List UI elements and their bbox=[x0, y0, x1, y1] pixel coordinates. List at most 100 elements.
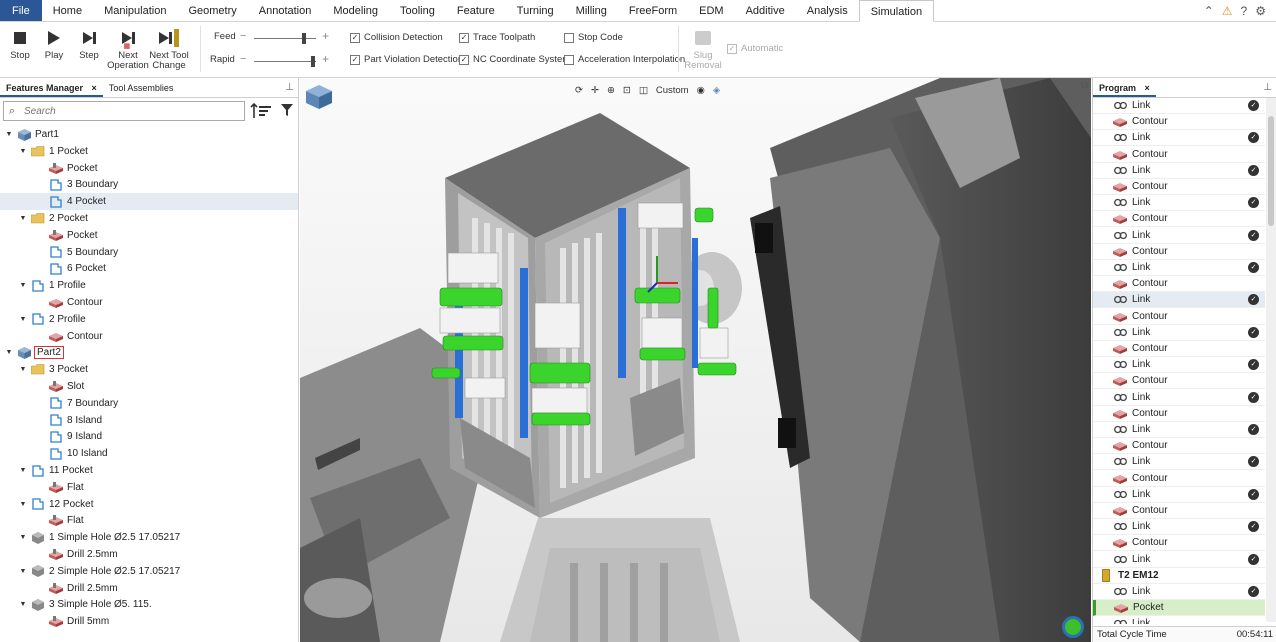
program-row[interactable]: Contour bbox=[1093, 309, 1265, 325]
tree-item[interactable]: 9 Island bbox=[0, 428, 298, 445]
view-cube-icon[interactable] bbox=[304, 83, 334, 111]
part-violation-detection-checkbox[interactable]: ✓ Part Violation Detection bbox=[350, 54, 463, 65]
chevron-down-icon[interactable]: ▼ bbox=[18, 148, 28, 155]
file-menu[interactable]: File bbox=[0, 0, 42, 21]
tree-item[interactable]: Drill 5mm bbox=[0, 613, 298, 630]
tree-item[interactable]: ▼ 2 Pocket bbox=[0, 210, 298, 227]
chevron-down-icon[interactable]: ▼ bbox=[18, 534, 28, 541]
program-row[interactable]: Link ✓ bbox=[1093, 454, 1265, 471]
program-row[interactable]: Contour bbox=[1093, 211, 1265, 228]
menu-tab-modeling[interactable]: Modeling bbox=[322, 0, 389, 21]
menu-tab-home[interactable]: Home bbox=[42, 0, 93, 21]
chevron-down-icon[interactable]: ▼ bbox=[4, 349, 14, 356]
program-row[interactable]: Contour bbox=[1093, 276, 1265, 293]
program-row[interactable]: Contour bbox=[1093, 438, 1265, 455]
tree-item[interactable]: ▼ 3 Simple Hole Ø5. 115. bbox=[0, 596, 298, 613]
program-row[interactable]: Contour bbox=[1093, 341, 1265, 357]
program-scrollbar[interactable] bbox=[1266, 98, 1276, 622]
tree-item[interactable]: ▼ 12 Pocket bbox=[0, 496, 298, 513]
program-row[interactable]: Contour bbox=[1093, 147, 1265, 163]
chevron-down-icon[interactable]: ▼ bbox=[18, 601, 28, 608]
pan-icon[interactable]: ✛ bbox=[591, 85, 599, 96]
close-icon[interactable]: × bbox=[92, 83, 97, 93]
tree-item[interactable]: 4 Pocket bbox=[0, 193, 298, 211]
step-button[interactable]: Step bbox=[69, 25, 109, 61]
program-row[interactable]: Link ✓ bbox=[1093, 98, 1265, 114]
tree-item[interactable]: Flat bbox=[0, 479, 298, 496]
program-row[interactable]: Link ✓ bbox=[1093, 292, 1265, 309]
program-row[interactable]: Link ✓ bbox=[1093, 228, 1265, 244]
program-row[interactable]: Contour bbox=[1093, 503, 1265, 519]
program-row[interactable]: Contour bbox=[1093, 406, 1265, 422]
tree-item[interactable]: 7 Boundary bbox=[0, 395, 298, 412]
collapse-ribbon-icon[interactable]: ⌃ bbox=[1204, 4, 1214, 18]
tree-item[interactable]: Pocket bbox=[0, 227, 298, 244]
program-row[interactable]: Contour bbox=[1093, 471, 1265, 487]
search-input[interactable] bbox=[24, 104, 239, 118]
tree-item[interactable]: 5 Boundary bbox=[0, 244, 298, 261]
rotate-icon[interactable]: ⟳ bbox=[575, 85, 583, 96]
search-box[interactable]: ⌕ bbox=[3, 101, 245, 121]
trace-toolpath-check-box[interactable]: ✓ bbox=[459, 32, 469, 43]
feed-slider-knob[interactable] bbox=[302, 33, 307, 44]
acceleration-interpolation-check-box[interactable] bbox=[564, 54, 574, 65]
tree-item[interactable]: 6 Pocket bbox=[0, 260, 298, 277]
menu-tab-simulation[interactable]: Simulation bbox=[858, 0, 935, 22]
sort-icon[interactable] bbox=[250, 102, 272, 120]
tab-features-manager[interactable]: Features Manager × bbox=[0, 78, 103, 97]
view-mode-icon[interactable]: ◫ bbox=[639, 85, 648, 96]
acceleration-interpolation-checkbox[interactable]: Acceleration Interpolation bbox=[564, 54, 685, 65]
display-style-icon[interactable]: ◈ bbox=[713, 85, 720, 96]
tree-item[interactable]: Contour bbox=[0, 294, 298, 311]
program-row[interactable]: Link bbox=[1093, 616, 1265, 624]
menu-tab-manipulation[interactable]: Manipulation bbox=[93, 0, 177, 21]
program-row[interactable]: Link ✓ bbox=[1093, 163, 1265, 179]
automatic-check-box[interactable]: ✓ bbox=[727, 43, 737, 54]
visibility-icon[interactable]: ◉ bbox=[697, 85, 705, 96]
menu-tab-annotation[interactable]: Annotation bbox=[248, 0, 323, 21]
maximize-icon[interactable]: ⧉ bbox=[1081, 80, 1088, 91]
nc-coordinate-system-checkbox[interactable]: ✓ NC Coordinate System bbox=[459, 54, 570, 65]
rapid-slider-knob[interactable] bbox=[311, 56, 316, 67]
help-icon[interactable]: ? bbox=[1241, 4, 1248, 18]
program-row[interactable]: Link ✓ bbox=[1093, 552, 1265, 568]
feed-plus-icon[interactable]: + bbox=[322, 29, 329, 43]
menu-tab-geometry[interactable]: Geometry bbox=[177, 0, 247, 21]
trace-toolpath-checkbox[interactable]: ✓ Trace Toolpath bbox=[459, 32, 535, 43]
tree-item[interactable]: ▼ Part1 bbox=[0, 126, 298, 143]
automatic-checkbox[interactable]: ✓ Automatic bbox=[727, 43, 783, 54]
feed-slider-track[interactable] bbox=[254, 38, 316, 39]
tree-item[interactable]: ▼ 1 Pocket bbox=[0, 143, 298, 160]
menu-tab-turning[interactable]: Turning bbox=[506, 0, 565, 21]
program-row[interactable]: Link ✓ bbox=[1093, 195, 1265, 212]
tree-item[interactable]: 3 Boundary bbox=[0, 176, 298, 193]
program-row[interactable]: Link ✓ bbox=[1093, 357, 1265, 374]
tree-item[interactable]: ▼ Part2 bbox=[0, 344, 298, 361]
program-row[interactable]: Link ✓ bbox=[1093, 584, 1265, 600]
menu-tab-tooling[interactable]: Tooling bbox=[389, 0, 446, 21]
menu-tab-additive[interactable]: Additive bbox=[735, 0, 796, 21]
tree-item[interactable]: Pocket bbox=[0, 160, 298, 177]
notification-icon[interactable]: ⚠ bbox=[1222, 4, 1233, 18]
program-row[interactable]: Pocket bbox=[1093, 600, 1265, 617]
simulation-viewport[interactable]: ⟳ ✛ ⊕ ⊡ ◫ Custom ◉ ◈ ⧉ bbox=[300, 78, 1091, 642]
chevron-down-icon[interactable]: ▼ bbox=[18, 501, 28, 508]
tab-tool-assemblies[interactable]: Tool Assemblies bbox=[103, 78, 180, 97]
rapid-minus-icon[interactable]: − bbox=[240, 53, 246, 65]
rapid-slider-track[interactable] bbox=[254, 61, 316, 62]
chevron-down-icon[interactable]: ▼ bbox=[18, 316, 28, 323]
program-row[interactable]: Link ✓ bbox=[1093, 422, 1265, 438]
menu-tab-freeform[interactable]: FreeForm bbox=[618, 0, 688, 21]
slug-removal-button[interactable]: Slug Removal bbox=[683, 25, 723, 71]
program-row[interactable]: Contour bbox=[1093, 114, 1265, 131]
program-row[interactable]: Link ✓ bbox=[1093, 519, 1265, 536]
stop-code-check-box[interactable] bbox=[564, 32, 574, 43]
tree-item[interactable]: ▼ 2 Profile bbox=[0, 311, 298, 328]
chevron-down-icon[interactable]: ▼ bbox=[18, 282, 28, 289]
program-row[interactable]: Contour bbox=[1093, 179, 1265, 195]
program-row[interactable]: Link ✓ bbox=[1093, 487, 1265, 503]
feed-minus-icon[interactable]: − bbox=[240, 30, 246, 42]
settings-icon[interactable]: ⚙ bbox=[1255, 4, 1266, 18]
program-row[interactable]: Contour bbox=[1093, 535, 1265, 552]
scrollbar-thumb[interactable] bbox=[1268, 116, 1274, 226]
